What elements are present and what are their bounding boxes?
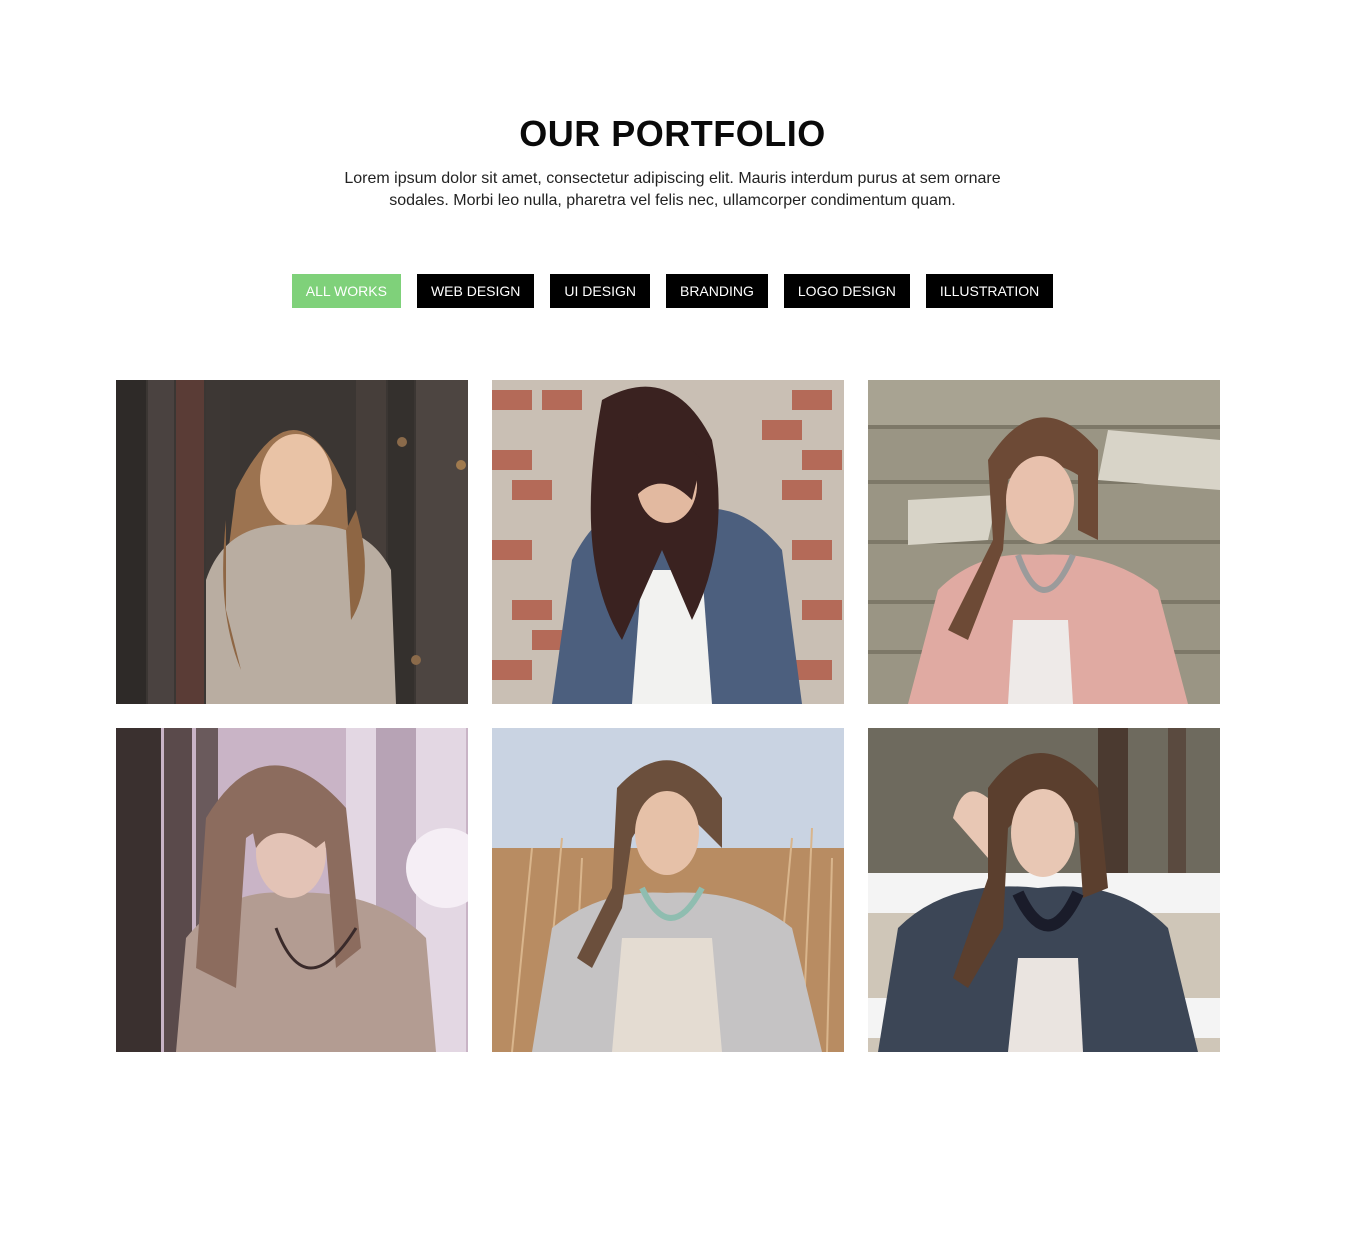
filter-illustration-button[interactable]: ILLUSTRATION xyxy=(925,274,1054,308)
portfolio-photo xyxy=(116,728,468,1052)
filter-ui-design-button[interactable]: UI DESIGN xyxy=(550,274,650,308)
filter-branding-button[interactable]: BRANDING xyxy=(665,274,768,308)
portfolio-photo xyxy=(116,380,468,704)
filter-web-design-button[interactable]: WEB DESIGN xyxy=(416,274,535,308)
portfolio-item[interactable] xyxy=(116,728,468,1052)
filter-bar: ALL WORKS WEB DESIGN UI DESIGN BRANDING … xyxy=(0,274,1345,308)
page-title: OUR PORTFOLIO xyxy=(519,113,826,154)
portfolio-item[interactable] xyxy=(492,728,844,1052)
portfolio-photo xyxy=(868,728,1220,1052)
portfolio-photo xyxy=(492,380,844,704)
filter-logo-design-button[interactable]: LOGO DESIGN xyxy=(783,274,910,308)
portfolio-item[interactable] xyxy=(492,380,844,704)
portfolio-item[interactable] xyxy=(868,728,1220,1052)
portfolio-item[interactable] xyxy=(116,380,468,704)
portfolio-photo xyxy=(868,380,1220,704)
portfolio-photo xyxy=(492,728,844,1052)
portfolio-header: OUR PORTFOLIO Lorem ipsum dolor sit amet… xyxy=(0,112,1345,212)
filter-all-works-button[interactable]: ALL WORKS xyxy=(291,274,401,308)
portfolio-grid xyxy=(116,380,1220,1052)
portfolio-item[interactable] xyxy=(868,380,1220,704)
page-description: Lorem ipsum dolor sit amet, consectetur … xyxy=(344,170,1001,209)
